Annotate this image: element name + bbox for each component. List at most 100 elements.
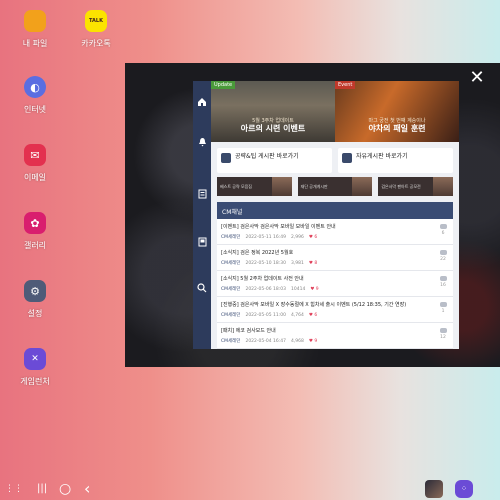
post-meta: CM세레던 2022-05-06 18:03 10414 ♥ 9 [221, 286, 449, 293]
event-banner[interactable]: Event 마그 궁전 첫 번째 계승이나 야차의 패일 훈련 [335, 81, 459, 142]
email-icon: ✉ [24, 144, 46, 166]
banner-tag: Update [211, 81, 236, 89]
desktop-icon-gallery[interactable]: ✿ 갤러리 [5, 212, 65, 251]
update-banner[interactable]: Update 5월 3주차 업데이트 아르의 시련 이벤트 [211, 81, 335, 142]
comment-icon [439, 250, 447, 255]
comment-count: 12 [439, 328, 447, 340]
desktop-icon-settings[interactable]: ⚙ 설정 [5, 280, 65, 319]
banner-row: Update 5월 3주차 업데이트 아르의 시련 이벤트 Event 마그 궁… [211, 81, 459, 142]
comment-icon [439, 302, 447, 307]
desktop-icon-label: 갤러리 [23, 241, 47, 250]
bell-icon[interactable] [193, 133, 211, 151]
desktop-icon-my-files[interactable]: 내 파일 [5, 10, 65, 49]
tips-board-card[interactable]: 공략&팁 게시판 바로가기 [217, 148, 332, 173]
comment-count: 16 [439, 276, 447, 288]
comment-icon [439, 276, 447, 281]
post-views: 4,764 [291, 312, 304, 318]
back-icon[interactable]: ‹ [84, 478, 90, 500]
post-title: [소식지] 5월 2주차 업데이트 사전 안내 [221, 276, 304, 282]
comment-number: 22 [440, 257, 446, 262]
desktop-icon-label: 카카오톡 [81, 39, 111, 48]
desktop-icon-kakaotalk[interactable]: TALK 카카오톡 [66, 10, 126, 49]
thumb-text: 재단 공개게시판 [300, 184, 328, 189]
post-author: CM세레던 [221, 339, 241, 344]
post-meta: CM세레던 2022-05-04 16:47 4,968 ♥ 9 [221, 338, 449, 345]
post-date: 2022-05-11 16:49 [245, 234, 287, 240]
post-meta: CM세레던 2022-05-11 16:49 2,996 ♥ 6 [221, 234, 449, 241]
game-launcher-taskbar-icon[interactable]: ⁘ [455, 480, 473, 498]
banner-title: 야차의 패일 훈련 [368, 124, 426, 133]
thumb-item[interactable]: 재단 공개게시판 [297, 177, 373, 196]
thumbnail-row: 베스트 공략 모음집 재단 공개게시판 검은사막 팬아트 공모전 [211, 173, 459, 196]
post-title: [소식지] 검은 정복 2022년 5월호 [221, 250, 294, 256]
thumb-text: 검은사막 팬아트 공모전 [381, 184, 421, 189]
card-text: 공략&팁 게시판 바로가기 [235, 153, 299, 160]
list-item[interactable]: [이벤트] 검은사막 검은사막 모바일 모바일 이벤트 안내 CM세레던 202… [217, 219, 453, 245]
comment-count: 22 [439, 250, 447, 262]
desktop-icon-game-launcher[interactable]: ✕ 게임런처 [5, 348, 65, 387]
post-author: CM세레던 [221, 287, 241, 292]
post-hearts: ♥ 6 [308, 312, 318, 318]
post-meta: CM세레던 2022-05-10 18:30 3,981 ♥ 8 [221, 260, 449, 267]
thumb-text: 베스트 공략 모음집 [220, 184, 252, 189]
thumb-item[interactable]: 베스트 공략 모음집 [217, 177, 292, 196]
thumb-image [433, 177, 454, 196]
comment-icon [439, 224, 447, 229]
panel-content: Update 5월 3주차 업데이트 아르의 시련 이벤트 Event 마그 궁… [211, 81, 459, 349]
game-app-icon[interactable] [425, 480, 443, 498]
list-item[interactable]: [진행중] 검은사막 모바일 X 장수동절에 X 힘차세 출시 이벤트 (5/1… [217, 297, 453, 323]
post-meta: CM세레던 2022-05-05 11:00 4,764 ♥ 6 [221, 312, 449, 319]
settings-icon: ⚙ [24, 280, 46, 302]
close-icon[interactable]: ✕ [468, 69, 486, 87]
post-list: [이벤트] 검은사막 검은사막 모바일 모바일 이벤트 안내 CM세레던 202… [217, 219, 453, 349]
thumb-image [271, 177, 292, 196]
apps-icon[interactable]: ⋮⋮ [5, 478, 23, 500]
game-launcher-icon: ✕ [24, 348, 46, 370]
list-item[interactable]: [소식지] 검은 정복 2022년 5월호 CM세레던 2022-05-10 1… [217, 245, 453, 271]
thumb-image [352, 177, 373, 196]
comment-icon [439, 328, 447, 333]
shortcut-cards: 공략&팁 게시판 바로가기 자유게시판 바로가기 [211, 142, 459, 173]
post-hearts: ♥ 8 [308, 260, 318, 266]
post-title: [진행중] 검은사막 모바일 X 장수동절에 X 힘차세 출시 이벤트 (5/1… [221, 302, 407, 308]
desktop-icon-internet[interactable]: ◐ 인터넷 [5, 76, 65, 115]
card-text: 자유게시판 바로가기 [356, 153, 408, 160]
desktop-icon-label: 설정 [27, 309, 43, 318]
board-icon [221, 153, 231, 163]
search-icon[interactable] [193, 279, 211, 297]
desktop-icon-label: 이메일 [23, 173, 47, 182]
post-title: [패치] 에코 검사모드 안내 [221, 328, 276, 334]
side-nav [193, 81, 211, 349]
recents-icon[interactable]: ||| [37, 478, 47, 500]
community-panel: Update 5월 3주차 업데이트 아르의 시련 이벤트 Event 마그 궁… [193, 81, 459, 349]
comment-number: 6 [441, 231, 445, 236]
post-author: CM세레던 [221, 261, 241, 266]
desktop-icon-label: 인터넷 [23, 105, 47, 114]
post-author: CM세레던 [221, 235, 241, 240]
post-hearts: ♥ 9 [310, 286, 319, 292]
free-board-card[interactable]: 자유게시판 바로가기 [338, 148, 453, 173]
grid-icon[interactable] [193, 233, 211, 251]
cm-channel-header: CM채널 [217, 202, 453, 219]
list-item[interactable]: [패치] 에코 검사모드 안내 CM세레던 2022-05-04 16:47 4… [217, 323, 453, 349]
list-item[interactable]: [소식지] 5월 2주차 업데이트 사전 안내 CM세레던 2022-05-06… [217, 271, 453, 297]
post-hearts: ♥ 9 [308, 338, 318, 344]
comment-count: 6 [439, 224, 447, 236]
post-views: 10414 [291, 286, 306, 292]
comment-number: 16 [440, 283, 446, 288]
gallery-icon: ✿ [24, 212, 46, 234]
home-icon[interactable] [193, 93, 211, 111]
post-title: [이벤트] 검은사막 검은사막 모바일 모바일 이벤트 안내 [221, 224, 336, 230]
desktop-icon-label: 내 파일 [22, 39, 48, 48]
list-icon[interactable] [193, 185, 211, 203]
thumb-item[interactable]: 검은사막 팬아트 공모전 [378, 177, 454, 196]
home-button-icon[interactable]: ○ [59, 478, 71, 500]
banner-tag: Event [335, 81, 356, 89]
post-views: 2,996 [291, 234, 304, 240]
post-date: 2022-05-04 16:47 [245, 338, 287, 344]
desktop-icon-email[interactable]: ✉ 이메일 [5, 144, 65, 183]
post-views: 4,968 [291, 338, 304, 344]
post-author: CM세레던 [221, 313, 241, 318]
game-window[interactable]: ✕ Update 5월 3주차 업데이트 아르의 시련 이벤트 Event 마그… [125, 63, 500, 367]
kakaotalk-icon: TALK [85, 10, 107, 32]
